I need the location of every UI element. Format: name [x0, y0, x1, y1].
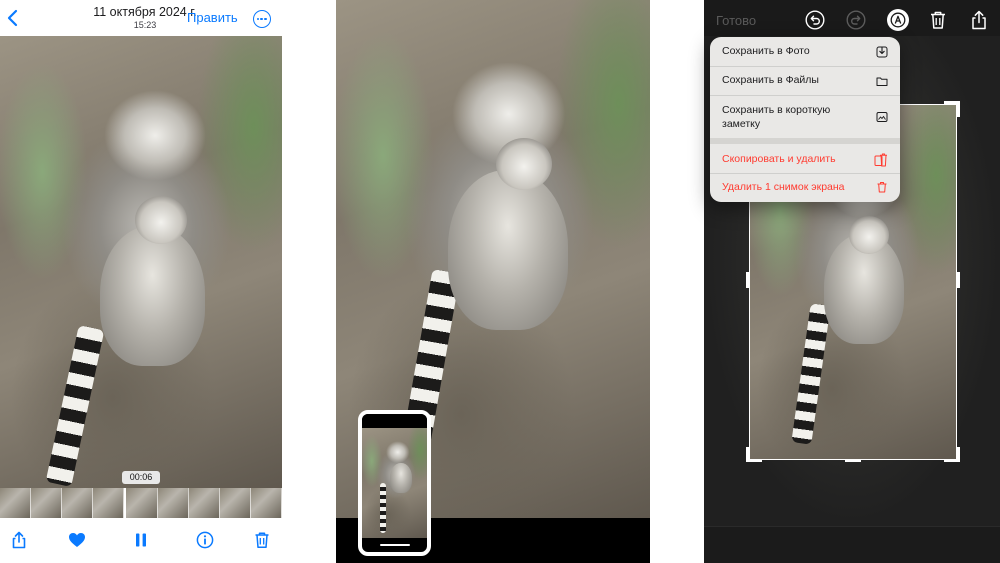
lemur-tail — [45, 325, 105, 487]
info-icon[interactable] — [196, 531, 214, 549]
menu-item-label: Удалить 1 снимок экрана — [722, 181, 845, 193]
filmstrip-frame — [0, 488, 32, 518]
trash-icon — [877, 182, 887, 193]
lemur-video-frame[interactable] — [0, 36, 282, 488]
menu-item-copy-and-delete[interactable]: Скопировать и удалить — [710, 144, 900, 173]
thumbnail-photo — [362, 428, 427, 538]
lemur-head — [496, 138, 552, 190]
editor-bottom-toolbar — [704, 526, 1000, 563]
crop-handle-left[interactable] — [746, 272, 749, 288]
trash-icon[interactable] — [928, 10, 948, 30]
filmstrip-frame — [31, 488, 63, 518]
heart-icon[interactable] — [68, 531, 86, 549]
filmstrip-frame — [219, 488, 251, 518]
video-scrubber-filmstrip[interactable] — [0, 488, 282, 518]
photos-bottom-toolbar — [0, 518, 282, 563]
menu-item-label: Сохранить в Файлы — [722, 74, 819, 86]
done-button[interactable]: Готово — [716, 13, 756, 28]
quick-note-icon — [876, 112, 888, 122]
menu-item-label: Сохранить в Фото — [722, 45, 810, 57]
copy-delete-icon — [874, 153, 887, 167]
video-duration-badge: 00:06 — [122, 471, 160, 484]
menu-item-label: Сохранить в короткую заметку — [722, 104, 831, 130]
menu-item-save-to-files[interactable]: Сохранить в Файлы — [710, 67, 900, 95]
undo-icon[interactable] — [805, 10, 825, 30]
done-actions-menu: Сохранить в Фото Сохранить в Файлы Сохра… — [710, 37, 900, 202]
filmstrip-frame — [157, 488, 189, 518]
menu-item-delete-screenshot[interactable]: Удалить 1 снимок экрана — [710, 174, 900, 202]
crop-handle-top-right[interactable] — [957, 101, 960, 117]
folder-icon — [876, 77, 888, 86]
lemur-head — [135, 196, 187, 244]
markup-pen-icon — [890, 12, 906, 28]
share-icon[interactable] — [10, 531, 28, 549]
filmstrip-frame — [188, 488, 220, 518]
crop-handle-bottom-right[interactable] — [957, 447, 960, 462]
menu-item-label: Скопировать и удалить — [722, 153, 836, 165]
save-to-photos-icon — [876, 46, 888, 58]
edit-button[interactable]: Править — [187, 10, 238, 25]
lemur-body — [100, 226, 205, 366]
filmstrip-frame — [126, 488, 158, 518]
filmstrip-frame — [62, 488, 94, 518]
markup-button[interactable] — [887, 9, 909, 31]
home-indicator — [380, 544, 410, 546]
share-icon[interactable] — [969, 10, 989, 30]
photos-top-bar: 11 октября 2024 г. 15:23 Править — [0, 0, 282, 36]
crop-handle-right[interactable] — [957, 272, 960, 288]
menu-item-save-to-photos[interactable]: Сохранить в Фото — [710, 37, 900, 66]
filmstrip-frame — [93, 488, 125, 518]
screenshot-thumbnail[interactable] — [358, 410, 431, 556]
redo-icon[interactable] — [846, 10, 866, 30]
lemur-tail — [380, 483, 386, 533]
crop-handle-bottom[interactable] — [845, 459, 861, 462]
crop-handle-bottom-left[interactable] — [746, 447, 749, 462]
thumbnail-top-bar — [362, 414, 427, 428]
lemur-body — [448, 170, 568, 330]
chevron-left-icon[interactable] — [6, 8, 20, 28]
lemur-body — [390, 463, 412, 493]
pause-icon[interactable] — [132, 531, 150, 549]
trash-icon[interactable] — [253, 531, 271, 549]
ellipsis-circle-icon[interactable] — [253, 10, 271, 28]
filmstrip-frame — [250, 488, 282, 518]
comparison-collage: 11 октября 2024 г. 15:23 Править 00:06 Г… — [0, 0, 1000, 563]
menu-item-save-to-quick-note[interactable]: Сохранить в короткую заметку — [710, 96, 900, 138]
